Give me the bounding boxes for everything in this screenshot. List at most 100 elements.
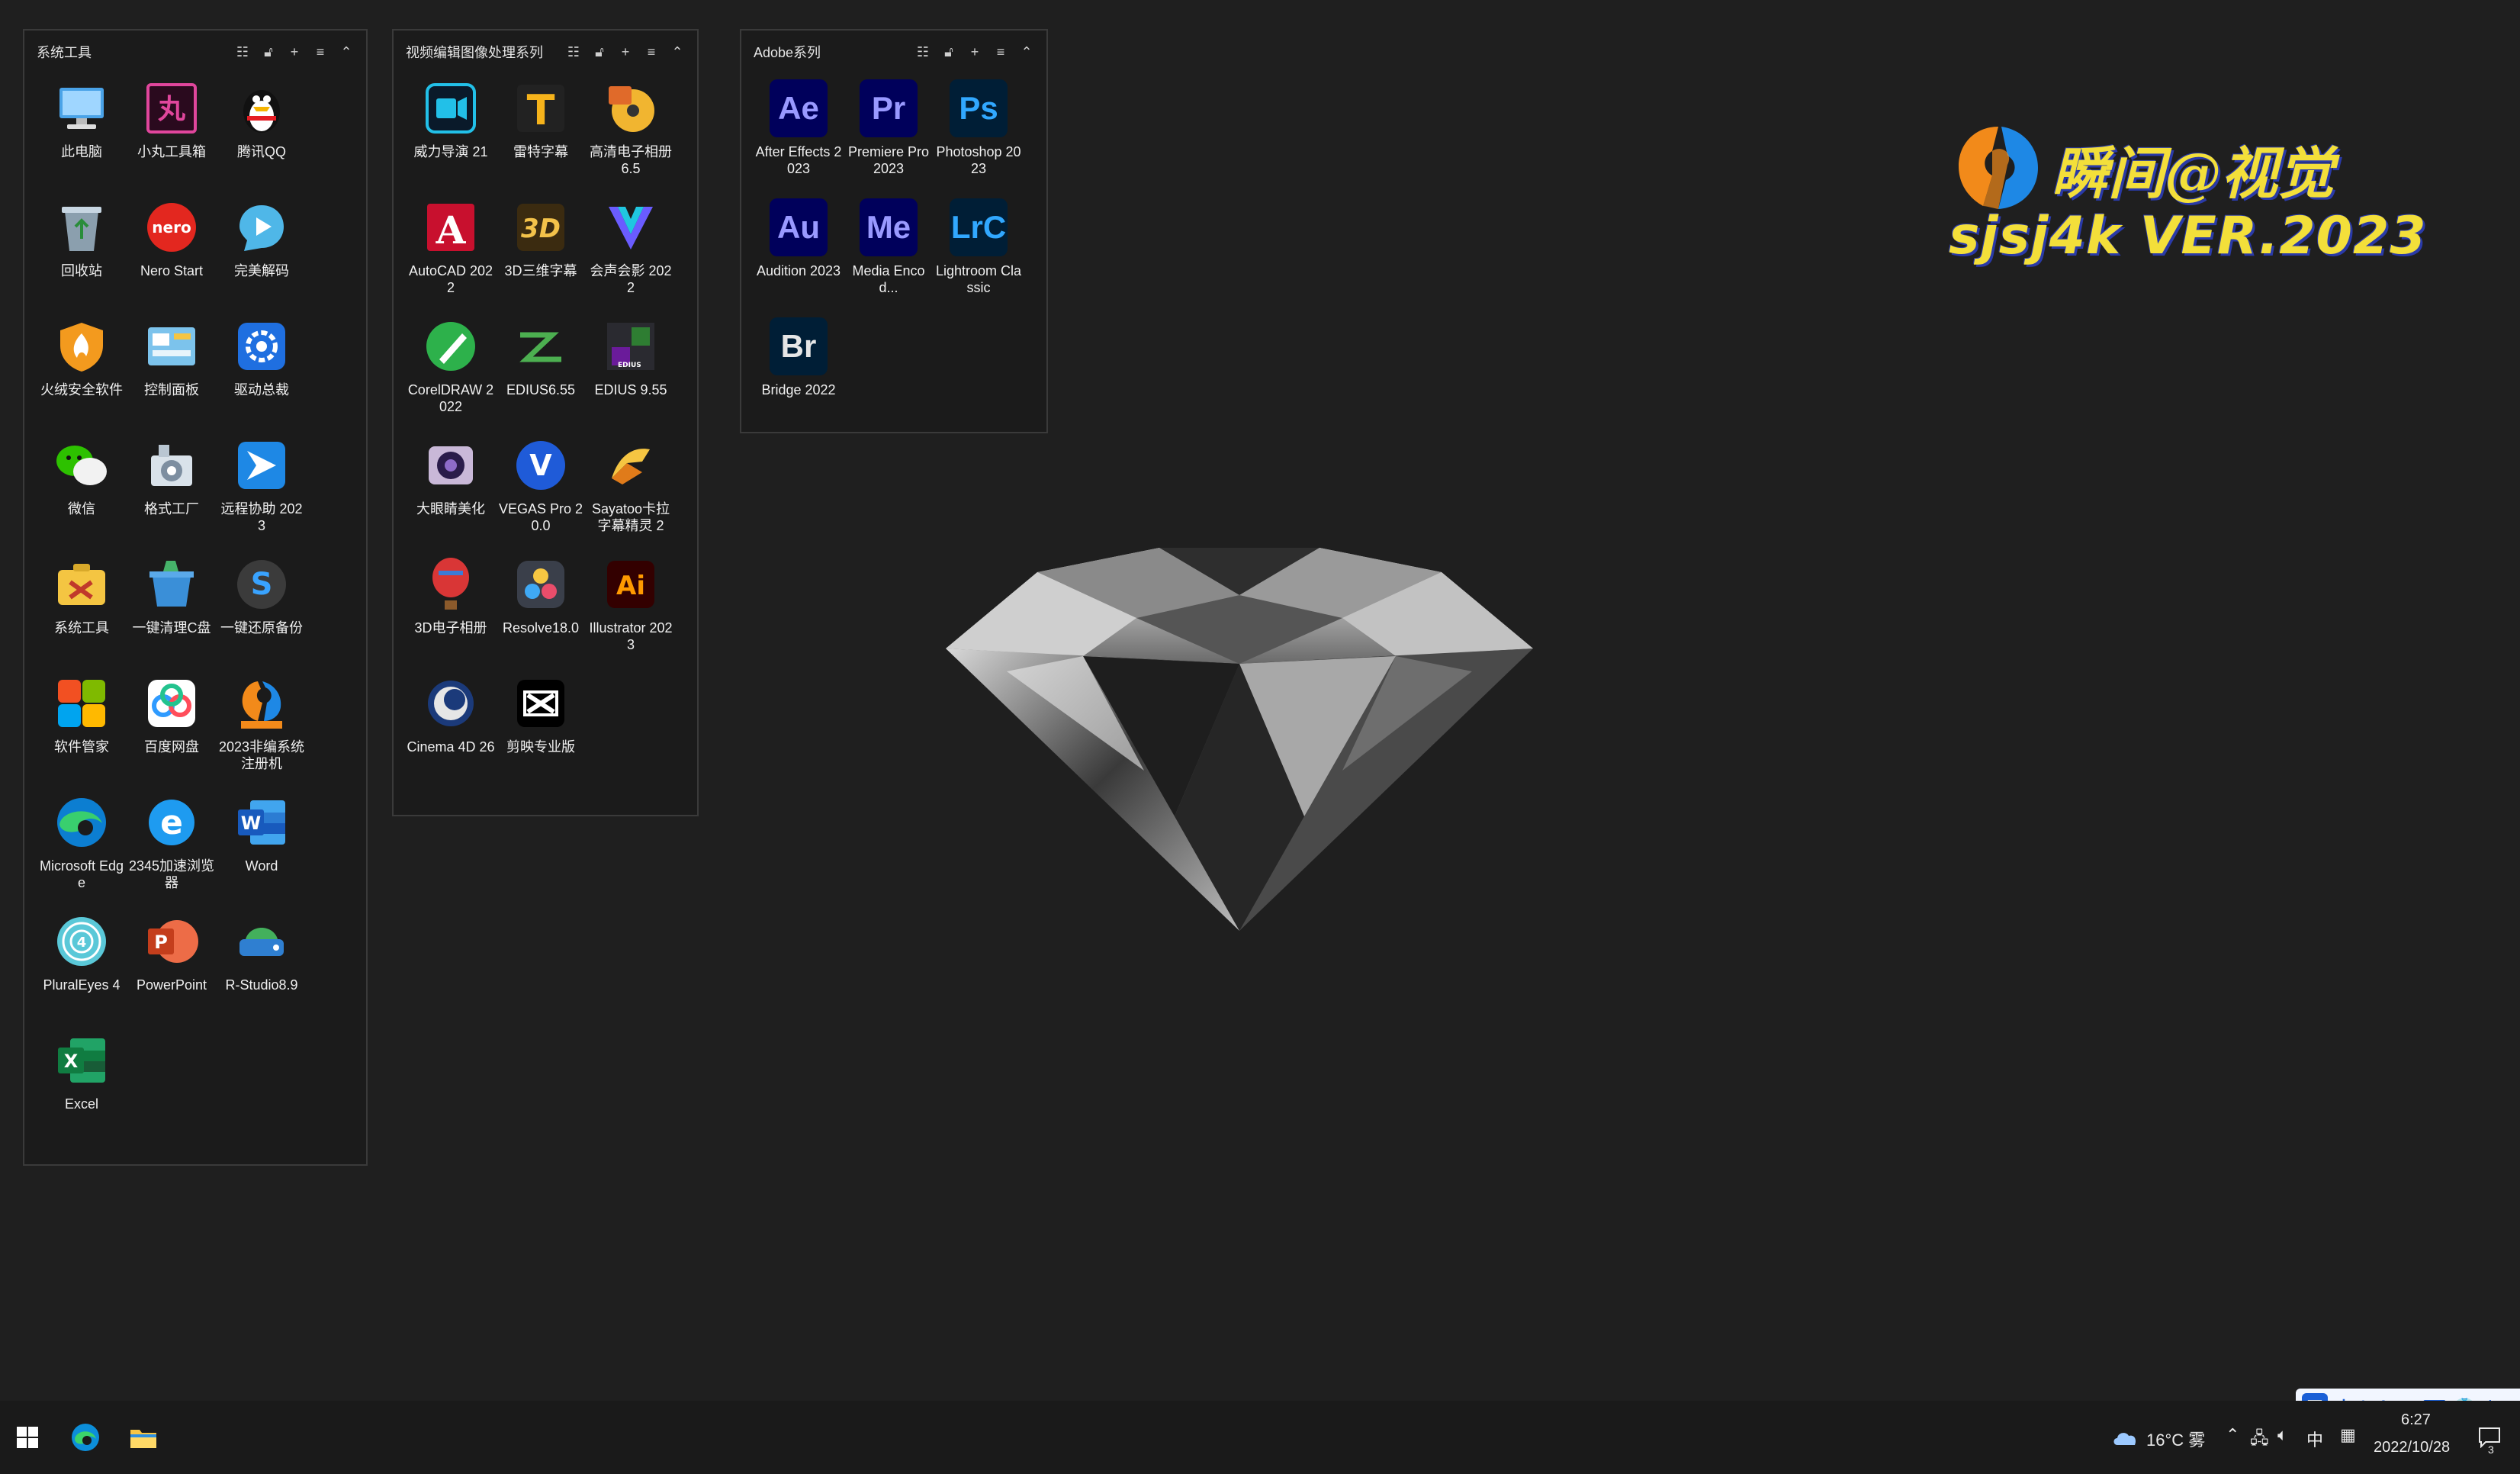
desktop-shortcut[interactable]: P PowerPoint: [127, 909, 217, 1028]
desktop-shortcut[interactable]: Br Bridge 2022: [754, 314, 844, 433]
add-icon[interactable]: +: [287, 44, 302, 60]
list-view-icon[interactable]: ☷: [915, 44, 931, 60]
desktop-shortcut[interactable]: Microsoft Edge: [37, 790, 127, 909]
collapse-icon[interactable]: ⌃: [1019, 44, 1034, 60]
clock-date[interactable]: 2022/10/28: [2374, 1439, 2450, 1456]
shortcut-label: Cinema 4D 26: [407, 739, 495, 755]
desktop-shortcut[interactable]: EDIUS EDIUS 9.55: [586, 314, 676, 433]
desktop-shortcut[interactable]: 此电脑: [37, 76, 127, 195]
menu-icon[interactable]: ≡: [313, 44, 328, 60]
desktop-shortcut[interactable]: 系统工具: [37, 552, 127, 671]
shortcut-label: Premiere Pro 2023: [847, 144, 930, 176]
desktop-shortcut[interactable]: 回收站: [37, 195, 127, 314]
desktop-shortcut[interactable]: CorelDRAW 2022: [406, 314, 496, 433]
videostudio-v-icon: [602, 198, 660, 256]
desktop-shortcut[interactable]: 3D 3D三维字幕: [496, 195, 586, 314]
desktop-shortcut[interactable]: Resolve18.0: [496, 552, 586, 671]
lock-icon[interactable]: 🔓︎: [261, 44, 276, 60]
desktop-shortcut[interactable]: X Excel: [37, 1028, 127, 1147]
desktop-shortcut[interactable]: Cinema 4D 26: [406, 671, 496, 790]
desktop-shortcut[interactable]: Me Media Encod...: [844, 195, 934, 314]
shortcut-label: Word: [245, 858, 278, 874]
desktop-shortcut[interactable]: 2023非编系统注册机: [217, 671, 307, 790]
start-windows-icon[interactable]: [9, 1419, 46, 1456]
desktop-shortcut[interactable]: A AutoCAD 2022: [406, 195, 496, 314]
add-icon[interactable]: +: [967, 44, 982, 60]
desktop-shortcut[interactable]: 一键清理C盘: [127, 552, 217, 671]
shortcut-label: 大眼睛美化: [416, 501, 485, 517]
desktop-shortcut[interactable]: Sayatoo卡拉字幕精灵 2: [586, 433, 676, 552]
network-icon[interactable]: 🖧︎: [2250, 1425, 2269, 1454]
desktop-shortcut[interactable]: Pr Premiere Pro 2023: [844, 76, 934, 195]
menu-icon[interactable]: ≡: [644, 44, 659, 60]
desktop-shortcut[interactable]: Ps Photoshop 2023: [934, 76, 1024, 195]
desktop-shortcut[interactable]: 大眼睛美化: [406, 433, 496, 552]
desktop-shortcut[interactable]: W Word: [217, 790, 307, 909]
shield-icon: [53, 317, 111, 375]
desktop-shortcut[interactable]: 剪映专业版: [496, 671, 586, 790]
desktop-shortcut[interactable]: V VEGAS Pro 20.0: [496, 433, 586, 552]
desktop-shortcut[interactable]: LrC Lightroom Classic: [934, 195, 1024, 314]
fence-header: Adobe系列 ☷ 🔓︎ + ≡ ⌃: [741, 31, 1046, 73]
fence-icon-grid: 威力导演 21 T 雷特字幕 高清电子相册 6.5 A AutoCAD 2022 3D 3D三…: [406, 76, 676, 790]
menu-icon[interactable]: ≡: [993, 44, 1008, 60]
desktop-shortcut[interactable]: 远程协助 2023: [217, 433, 307, 552]
desktop-shortcut[interactable]: 微信: [37, 433, 127, 552]
shortcut-label: EDIUS6.55: [506, 382, 576, 397]
desktop-shortcut[interactable]: nero Nero Start: [127, 195, 217, 314]
desktop-shortcut[interactable]: Ai Illustrator 2023: [586, 552, 676, 671]
diamond-wallpaper-image: [946, 548, 1533, 931]
edge-icon[interactable]: [67, 1419, 104, 1456]
brand-logo-icon: [1959, 127, 2038, 209]
cloud-weather-icon[interactable]: [2107, 1419, 2143, 1456]
shortcut-label: After Effects 2023: [755, 144, 842, 176]
wechat-icon: [53, 436, 111, 494]
desktop-shortcut[interactable]: 完美解码: [217, 195, 307, 314]
desktop-shortcut[interactable]: 火绒安全软件: [37, 314, 127, 433]
list-view-icon[interactable]: ☷: [566, 44, 581, 60]
shortcut-label: 3D电子相册: [414, 620, 487, 636]
shortcut-label: Media Encod...: [852, 263, 925, 295]
list-view-icon[interactable]: ☷: [235, 44, 250, 60]
desktop-shortcut[interactable]: 丸小丸工具箱: [127, 76, 217, 195]
desktop-shortcut[interactable]: S 一键还原备份: [217, 552, 307, 671]
desktop-shortcut[interactable]: T 雷特字幕: [496, 76, 586, 195]
file-explorer-icon[interactable]: [125, 1419, 162, 1456]
lock-icon[interactable]: 🔓︎: [592, 44, 607, 60]
desktop-shortcut[interactable]: Au Audition 2023: [754, 195, 844, 314]
desktop-shortcut[interactable]: 驱动总裁: [217, 314, 307, 433]
desktop-shortcut[interactable]: 威力导演 21: [406, 76, 496, 195]
chevron-up-icon[interactable]: ⌃: [2226, 1425, 2239, 1445]
desktop-shortcut[interactable]: 百度网盘: [127, 671, 217, 790]
fence-system-tools: 系统工具 ☷ 🔓︎ + ≡ ⌃ 此电脑丸小丸工具箱 腾讯QQ 回收站 nero Nero…: [23, 29, 368, 1166]
desktop-shortcut[interactable]: e 2345加速浏览器: [127, 790, 217, 909]
desktop-shortcut[interactable]: 高清电子相册 6.5: [586, 76, 676, 195]
collapse-icon[interactable]: ⌃: [339, 44, 354, 60]
weather-text[interactable]: 16°C 雾: [2146, 1427, 2205, 1451]
shortcut-label: PluralEyes 4: [43, 977, 121, 993]
desktop-shortcut[interactable]: 格式工厂: [127, 433, 217, 552]
desktop-shortcut[interactable]: 3D电子相册: [406, 552, 496, 671]
desktop-shortcut[interactable]: 腾讯QQ: [217, 76, 307, 195]
shortcut-label: 完美解码: [234, 263, 289, 278]
desktop-shortcut[interactable]: 软件管家: [37, 671, 127, 790]
shortcut-label: 百度网盘: [144, 739, 199, 755]
add-icon[interactable]: +: [618, 44, 633, 60]
desktop-shortcut[interactable]: Ae After Effects 2023: [754, 76, 844, 195]
desktop-shortcut[interactable]: 4 PluralEyes 4: [37, 909, 127, 1028]
collapse-icon[interactable]: ⌃: [670, 44, 685, 60]
clock-time[interactable]: 6:27: [2401, 1411, 2431, 1429]
keyboard-grid-icon[interactable]: ▦: [2340, 1425, 2356, 1445]
ime-indicator[interactable]: 中: [2306, 1427, 2323, 1451]
excel-icon: X: [53, 1031, 111, 1089]
shortcut-label: EDIUS 9.55: [594, 382, 667, 397]
shortcut-label: 回收站: [61, 263, 102, 278]
shortcut-label: 会声会影 2022: [590, 263, 672, 295]
lock-icon[interactable]: 🔓︎: [941, 44, 956, 60]
desktop-shortcut[interactable]: EDIUS6.55: [496, 314, 586, 433]
volume-icon[interactable]: 🔈︎: [2277, 1425, 2287, 1445]
desktop-shortcut[interactable]: 会声会影 2022: [586, 195, 676, 314]
shortcut-label: 软件管家: [54, 739, 109, 755]
desktop-shortcut[interactable]: 控制面板: [127, 314, 217, 433]
desktop-shortcut[interactable]: R-Studio8.9: [217, 909, 307, 1028]
